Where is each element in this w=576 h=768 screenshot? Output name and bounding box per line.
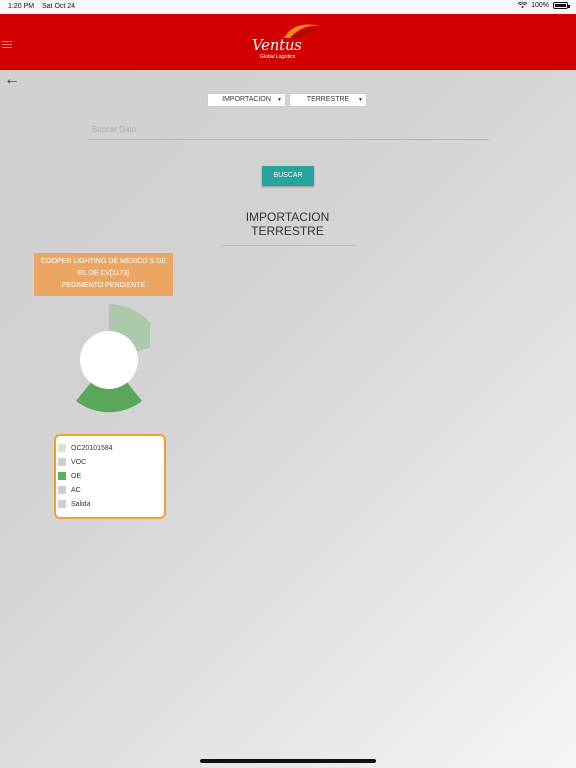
title-line-2: TERRESTRE bbox=[251, 224, 324, 238]
legend-item: VOC bbox=[58, 455, 164, 469]
search-button[interactable]: BUSCAR bbox=[262, 166, 314, 186]
legend-item: AC bbox=[58, 483, 164, 497]
chevron-down-icon: ▼ bbox=[358, 97, 363, 103]
client-name-line-1: COOPER LIGHTING DE MEXICO S DE bbox=[41, 258, 166, 265]
status-time: 1:20 PM bbox=[8, 3, 35, 10]
ventus-logo: Ventus Global Logistics bbox=[250, 22, 330, 66]
status-date: Sat Oct 24 bbox=[42, 3, 76, 10]
home-indicator[interactable] bbox=[200, 759, 376, 763]
wifi-icon bbox=[518, 2, 528, 9]
status-polar-chart bbox=[76, 304, 150, 413]
client-name-line-2: RL DE CV[1173] bbox=[78, 270, 129, 277]
search-input[interactable]: Buscar Dato bbox=[88, 120, 489, 140]
chart-center-hole bbox=[80, 331, 138, 389]
mode-select[interactable]: TERRESTRE ▼ bbox=[289, 93, 367, 107]
status-bar: 1:20 PM Sat Oct 24 100% bbox=[0, 0, 576, 14]
legend-label: OC20101584 bbox=[71, 444, 113, 452]
legend-label: OE bbox=[71, 472, 82, 480]
client-card[interactable]: COOPER LIGHTING DE MEXICO S DE RL DE CV[… bbox=[34, 253, 173, 296]
legend-swatch bbox=[58, 486, 66, 494]
title-line-1: IMPORTACION bbox=[245, 210, 330, 224]
mode-select-value: TERRESTRE bbox=[306, 96, 350, 103]
battery-icon bbox=[553, 2, 570, 9]
legend-item: OE bbox=[58, 469, 164, 483]
search-placeholder: Buscar Dato bbox=[92, 125, 137, 134]
legend-item: Salida bbox=[58, 497, 164, 511]
title-divider bbox=[222, 245, 355, 246]
logo-brand: Ventus bbox=[252, 36, 302, 54]
legend-label: VOC bbox=[71, 458, 87, 466]
chevron-down-icon: ▼ bbox=[277, 97, 282, 103]
page-title: IMPORTACION TERRESTRE bbox=[220, 210, 355, 238]
menu-icon[interactable] bbox=[2, 39, 12, 50]
legend-swatch bbox=[58, 472, 66, 480]
app-header: Ventus Global Logistics bbox=[0, 14, 576, 70]
type-select[interactable]: IMPORTACION ▼ bbox=[207, 93, 286, 107]
battery-percent: 100% bbox=[531, 2, 549, 9]
chart-legend: OC20101584 VOC OE AC Salida bbox=[54, 434, 166, 519]
legend-label: Salida bbox=[71, 500, 91, 508]
back-arrow-icon[interactable]: ← bbox=[4, 72, 20, 88]
client-status: PEDIMENTO PENDIENTE bbox=[61, 282, 146, 289]
legend-swatch bbox=[58, 500, 66, 508]
legend-swatch bbox=[58, 444, 66, 452]
status-right: 100% bbox=[518, 2, 570, 9]
type-select-value: IMPORTACION bbox=[222, 96, 271, 103]
legend-label: AC bbox=[71, 486, 81, 494]
legend-item: OC20101584 bbox=[58, 441, 164, 455]
logo-tagline: Global Logistics bbox=[260, 54, 296, 60]
legend-swatch bbox=[58, 458, 66, 466]
